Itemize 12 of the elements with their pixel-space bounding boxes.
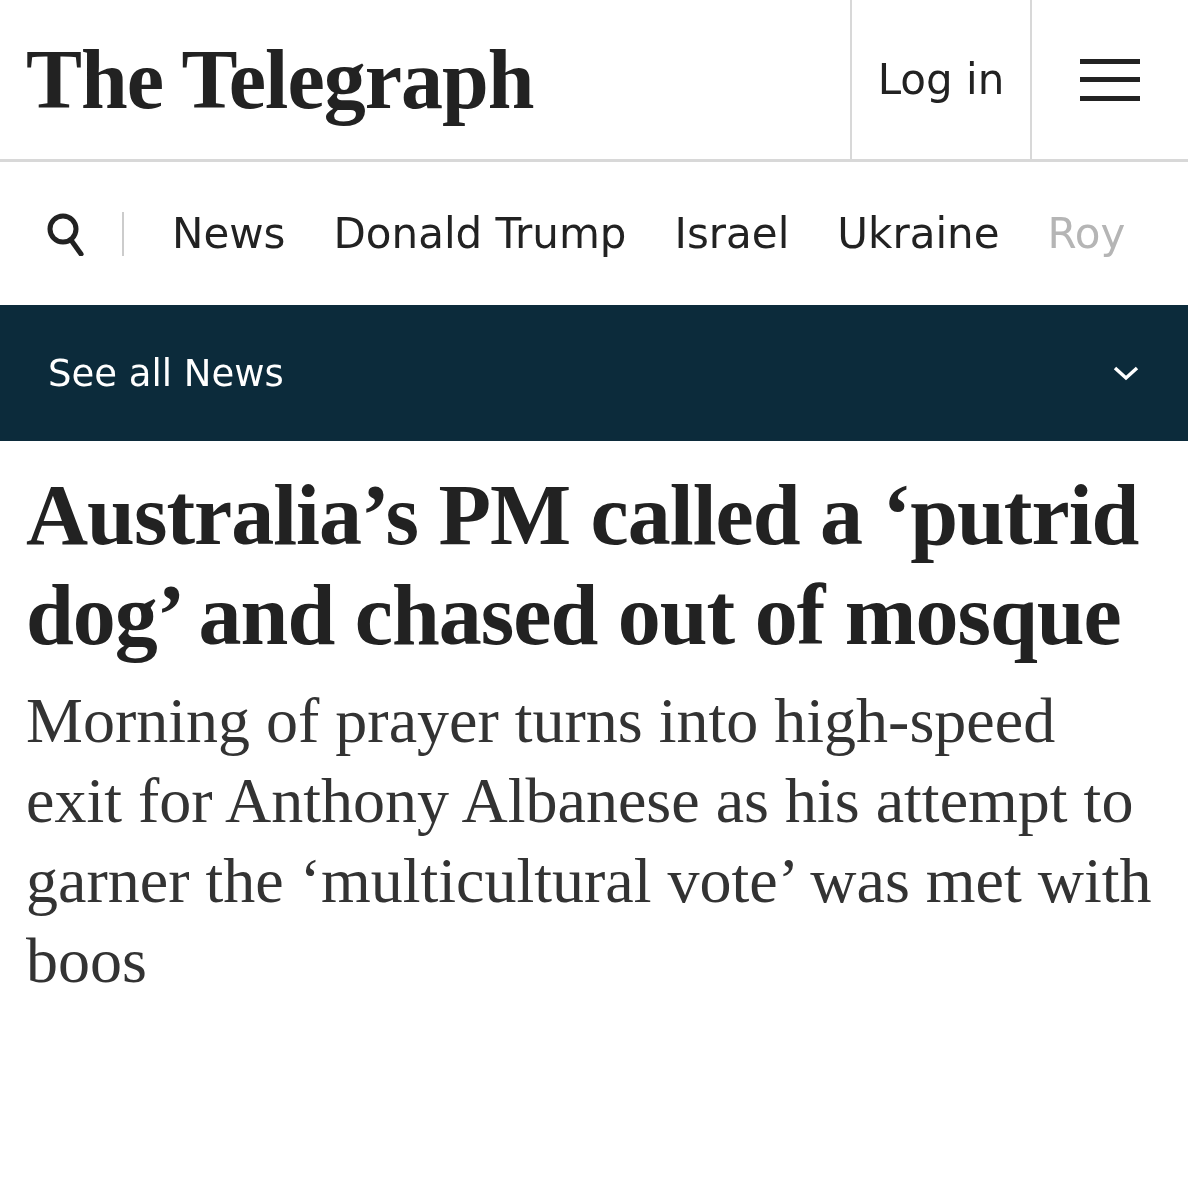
nav-link[interactable]: Ukraine [837,209,1000,258]
headline: Australia’s PM called a ‘putrid dog’ and chased out of mosque [26,466,1140,665]
section-dropdown[interactable]: See all News [0,305,1188,441]
login-button[interactable]: Log in [850,0,1032,159]
chevron-icon [1112,365,1140,381]
site-logo[interactable]: The Telegraph [0,0,850,159]
search-icon [46,211,84,256]
standfirst: Morning of prayer turns into high-speed exit for Anthony Albanese as his attempt to garner the ‘multicultural vote’ was met with boos [26,684,1153,998]
nav-link[interactable]: Donald Trump [333,209,627,258]
nav-link[interactable]: News [172,209,286,258]
menu-icon [1080,58,1140,101]
nav-link[interactable]: Israel [674,209,790,258]
